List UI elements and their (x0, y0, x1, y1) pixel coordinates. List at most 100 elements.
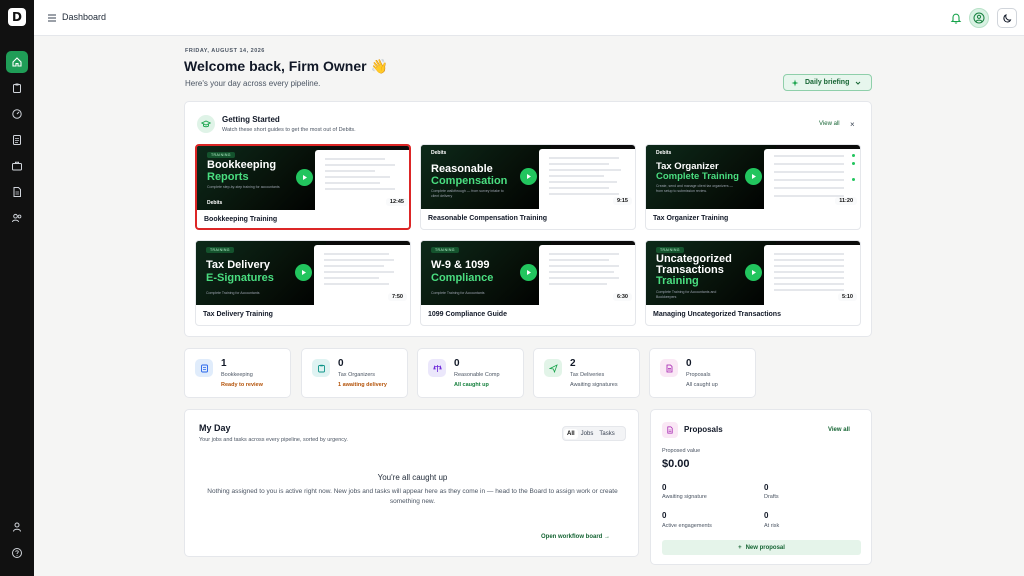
play-icon[interactable] (520, 264, 537, 281)
sidebar-item-jobs[interactable] (6, 155, 28, 177)
getting-started-title: Getting Started (222, 115, 280, 124)
video-title: Tax Organizer Training (653, 215, 729, 222)
document-icon (660, 359, 678, 377)
video-card-bookkeeping[interactable]: TRAINING Bookkeeping Reports Complete st… (195, 144, 411, 230)
sidebar-item-documents[interactable] (6, 181, 28, 203)
chevron-down-icon (855, 81, 861, 85)
stat-count: 0 (686, 358, 692, 369)
graduation-cap-icon (197, 115, 215, 133)
active-engagements-label: Active engagements (662, 523, 712, 529)
open-workflow-board-link[interactable]: Open workflow board → (541, 534, 610, 540)
play-icon[interactable] (520, 168, 537, 185)
thumbnail-subtitle: Training (656, 275, 699, 287)
video-title: Managing Uncategorized Transactions (653, 311, 781, 318)
thumbnail-brand: Debits (207, 200, 223, 206)
bell-icon[interactable] (949, 11, 963, 25)
close-icon[interactable]: × (850, 120, 855, 129)
sidebar-item-reasonable-comp[interactable] (6, 103, 28, 125)
send-icon (544, 359, 562, 377)
document-icon (662, 422, 678, 438)
getting-started-subtitle: Watch these short guides to get the most… (222, 127, 356, 133)
my-day-title: My Day (199, 423, 231, 433)
new-proposal-label: New proposal (745, 544, 785, 551)
thumbnail-subtitle: Complete Training (656, 171, 739, 182)
thumbnail-title: W-9 & 1099 (431, 259, 490, 271)
stat-card-tax-deliveries[interactable]: 2 Tax Deliveries Awaiting signatures (533, 348, 640, 398)
drafts-label: Drafts (764, 494, 779, 500)
clipboard-icon (312, 359, 330, 377)
stat-count: 2 (570, 358, 576, 369)
thumbnail-description: Complete Training for Accountants (431, 291, 485, 295)
stat-status: Ready to review (221, 382, 263, 388)
empty-state-title: You're all caught up (377, 473, 448, 482)
stat-card-proposals[interactable]: 0 Proposals All caught up (649, 348, 756, 398)
clipboard-icon (13, 83, 21, 93)
play-icon[interactable] (296, 169, 313, 186)
video-title: Tax Delivery Training (203, 311, 273, 318)
play-icon[interactable] (745, 168, 762, 185)
sidebar-item-help[interactable] (6, 542, 28, 564)
stat-status: All caught up (686, 382, 718, 388)
play-icon[interactable] (745, 264, 762, 281)
video-title: 1099 Compliance Guide (428, 311, 507, 318)
app-logo[interactable]: D (8, 8, 26, 26)
proposals-view-all-link[interactable]: View all (828, 427, 850, 433)
thumbnail-subtitle: Reports (207, 171, 249, 183)
video-duration: 6:30 (612, 293, 632, 301)
video-title: Reasonable Compensation Training (428, 215, 548, 222)
stat-card-tax-organizers[interactable]: 0 Tax Organizers 1 awaiting delivery (301, 348, 408, 398)
stat-card-reasonable-comp[interactable]: 0 Reasonable Comp All caught up (417, 348, 524, 398)
stat-card-bookkeeping[interactable]: 1 Bookkeeping Ready to review (184, 348, 291, 398)
video-card-tax-delivery[interactable]: TRAINING Tax Delivery E-Signatures Compl… (195, 240, 411, 326)
drafts-count: 0 (764, 483, 769, 492)
book-icon (195, 359, 213, 377)
video-card-tax-organizer[interactable]: Debits Tax Organizer Complete Training C… (645, 144, 861, 230)
video-card-uncategorized-transactions[interactable]: TRAINING Uncategorized Transactions Trai… (645, 240, 861, 326)
thumbnail-brand: Debits (431, 150, 447, 156)
filter-tab-jobs[interactable]: Jobs (578, 429, 597, 439)
video-title: Bookkeeping Training (204, 216, 278, 223)
welcome-subtitle: Here's your day across every pipeline. (185, 79, 321, 88)
thumbnail-description: Complete walkthrough — from survey intak… (431, 189, 504, 198)
video-thumbnail: Debits Tax Organizer Complete Training C… (646, 145, 860, 209)
video-duration: 5:10 (837, 293, 857, 301)
proposed-value: $0.00 (662, 458, 690, 470)
video-duration: 11:20 (835, 197, 857, 205)
sidebar-item-profile[interactable] (6, 516, 28, 538)
user-icon (13, 522, 21, 532)
help-icon (12, 548, 22, 558)
daily-briefing-button[interactable]: Daily briefing (783, 74, 872, 91)
thumbnail-title: Bookkeeping (207, 159, 277, 171)
filter-tab-all[interactable]: All (564, 428, 578, 439)
user-circle-icon (973, 12, 985, 24)
menu-icon[interactable] (47, 13, 57, 23)
training-badge: TRAINING (431, 247, 459, 253)
sidebar-item-tax-organizers[interactable] (6, 77, 28, 99)
thumbnail-subtitle: E-Signatures (206, 272, 274, 284)
new-proposal-button[interactable]: + New proposal (662, 540, 861, 555)
ledger-icon (13, 135, 21, 145)
sidebar-item-home[interactable] (6, 51, 28, 73)
active-engagements-count: 0 (662, 511, 667, 520)
proposed-value-label: Proposed value (662, 448, 701, 454)
filter-tab-tasks[interactable]: Tasks (596, 429, 617, 439)
sidebar-item-clients[interactable] (6, 207, 28, 229)
empty-state-text: Nothing assigned to you is active right … (207, 488, 618, 505)
proposals-card: Proposals View all Proposed value $0.00 … (650, 409, 872, 565)
stat-label: Reasonable Comp (454, 372, 500, 378)
video-card-1099-compliance[interactable]: TRAINING W-9 & 1099 Compliance Complete … (420, 240, 636, 326)
video-card-reasonable-compensation[interactable]: Debits Reasonable Compensation Complete … (420, 144, 636, 230)
play-icon[interactable] (295, 264, 312, 281)
sidebar: D (0, 0, 34, 576)
video-duration: 12:45 (385, 198, 408, 206)
account-button[interactable] (969, 8, 989, 28)
sparkle-icon (791, 79, 799, 86)
sidebar-item-bookkeeping[interactable] (6, 129, 28, 151)
view-all-link[interactable]: View all (819, 121, 840, 127)
theme-toggle-button[interactable] (997, 8, 1017, 28)
video-thumbnail: Debits Reasonable Compensation Complete … (421, 145, 635, 209)
plus-icon: + (738, 544, 742, 551)
thumbnail-subtitle: Compliance (431, 272, 494, 284)
training-badge: TRAINING (207, 152, 235, 158)
gauge-icon (12, 109, 22, 119)
